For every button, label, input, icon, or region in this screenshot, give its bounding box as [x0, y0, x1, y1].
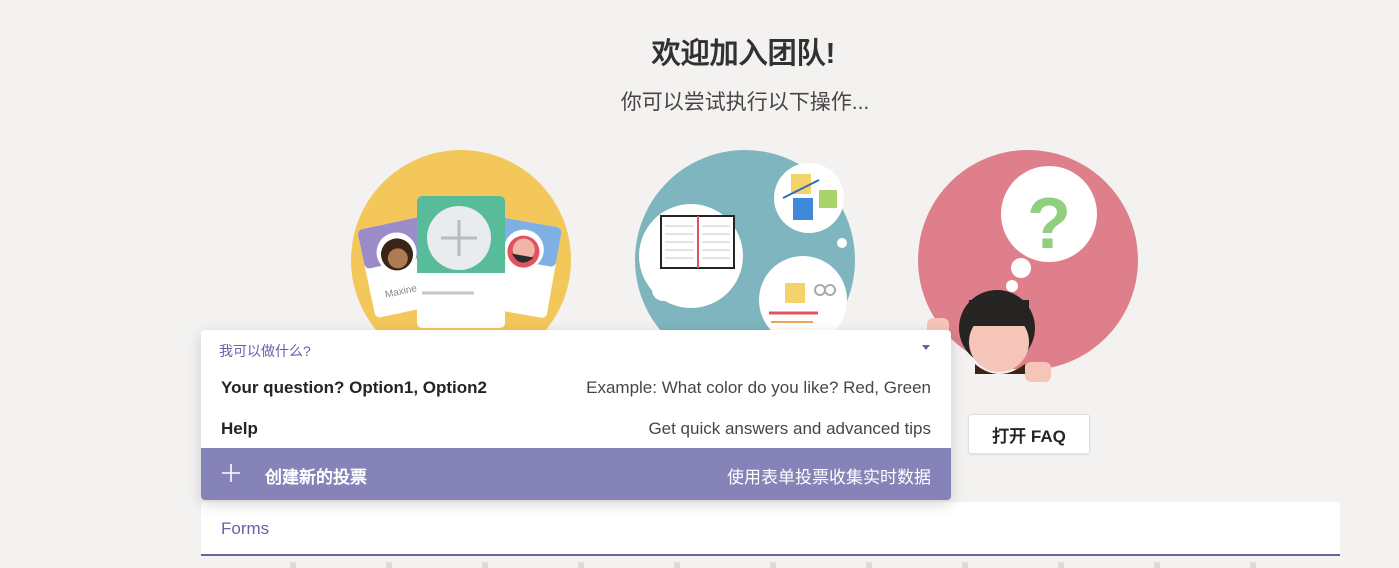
popup-header: 我可以做什么? — [219, 343, 311, 359]
page-title: 欢迎加入团队! — [651, 38, 836, 70]
page-subtitle: 你可以尝试执行以下操作... — [620, 91, 870, 114]
notebook-illustration — [635, 150, 855, 335]
command-suggestion-popup: 我可以做什么? Your question? Option1, Option2 … — [201, 330, 951, 500]
suggestion-description: Get quick answers and advanced tips — [648, 419, 931, 438]
caret-down-icon[interactable] — [922, 345, 930, 350]
suggestion-item-create-poll[interactable]: 创建新的投票 使用表单投票收集实时数据 — [201, 448, 951, 500]
suggestion-description: Example: What color do you like? Red, Gr… — [586, 378, 931, 397]
plus-icon — [222, 464, 240, 482]
compose-input[interactable]: Forms — [221, 519, 269, 539]
team-cards-illustration: Maxine ky — [351, 150, 571, 335]
suggestion-description: 使用表单投票收集实时数据 — [727, 468, 931, 487]
suggestion-item-poll-question[interactable]: Your question? Option1, Option2 Example:… — [201, 368, 951, 409]
format-toolbar — [200, 562, 1340, 568]
suggestion-command: Help — [221, 419, 258, 438]
svg-text:?: ? — [1027, 184, 1071, 264]
suggestion-command: 创建新的投票 — [265, 468, 367, 487]
suggestion-item-help[interactable]: Help Get quick answers and advanced tips — [201, 409, 951, 450]
open-faq-button[interactable]: 打开 FAQ — [968, 414, 1090, 454]
suggestion-command: Your question? Option1, Option2 — [221, 378, 487, 397]
compose-box[interactable]: Forms — [201, 502, 1340, 556]
